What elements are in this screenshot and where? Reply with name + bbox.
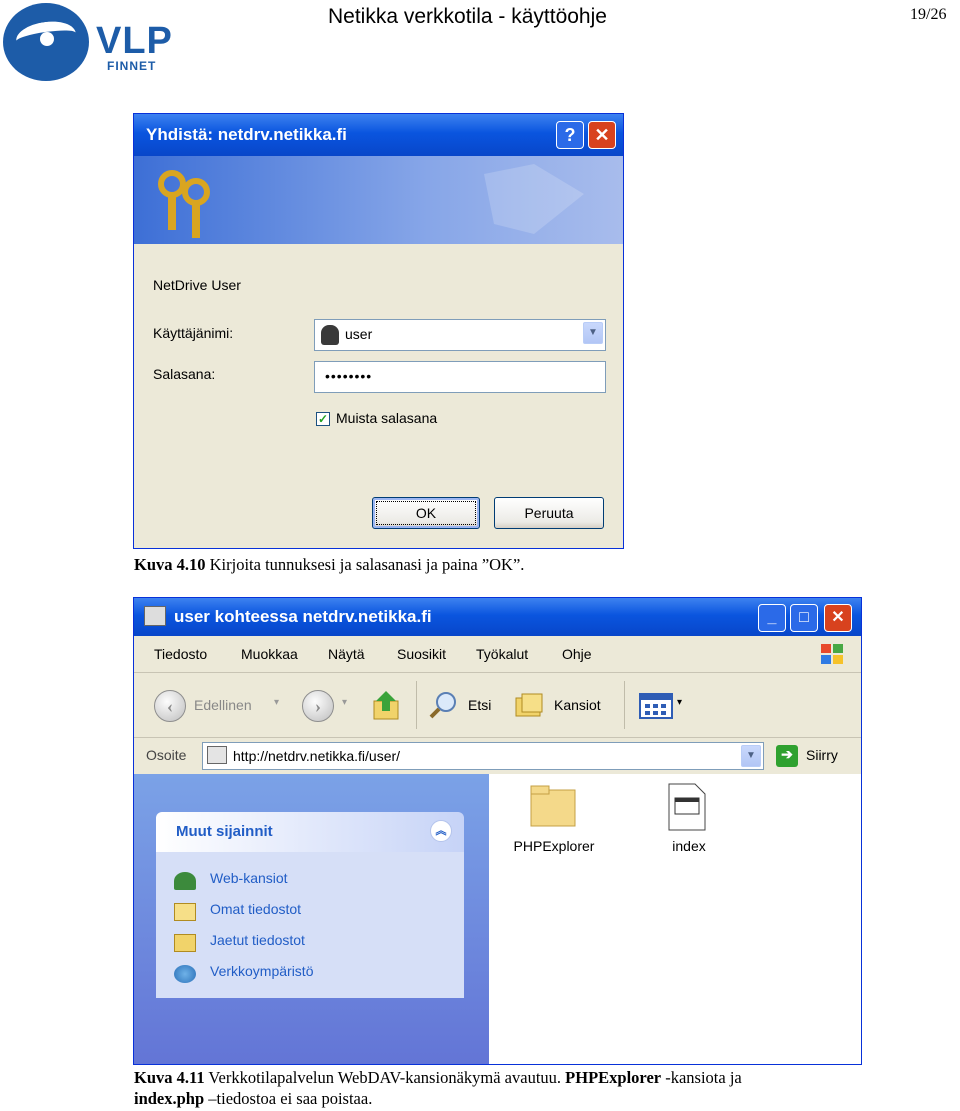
web-folder-icon: [144, 606, 166, 626]
chevron-down-icon[interactable]: ▼: [741, 745, 761, 767]
shared-folder-icon: [174, 934, 196, 952]
web-folder-icon: [207, 746, 227, 764]
menu-file[interactable]: Tiedosto: [154, 636, 207, 672]
caption-2-text-2: -kansiota ja: [661, 1068, 742, 1087]
maximize-button[interactable]: □: [790, 604, 818, 632]
caption-2-folder: PHPExplorer: [565, 1068, 662, 1087]
forward-dropdown-icon[interactable]: ▾: [342, 697, 347, 708]
file-list: PHPExplorer index: [489, 774, 861, 1064]
web-folders-icon: [174, 872, 196, 890]
banner-watermark-icon: [484, 164, 584, 234]
back-arrow-icon[interactable]: ‹: [154, 690, 186, 722]
task-pane: Muut sijainnit ︽ Web-kansiot Omat tiedos…: [134, 774, 489, 1064]
window-titlebar: user kohteessa netdrv.netikka.fi _ □ ✕: [134, 598, 861, 636]
folders-icon[interactable]: [514, 690, 546, 720]
menu-tools[interactable]: Työkalut: [476, 636, 528, 672]
windows-flag-icon: [821, 644, 843, 664]
dialog-heading: NetDrive User: [153, 277, 241, 293]
toolbar: ‹ Edellinen ▾ › ▾ Etsi Kansiot ▾: [134, 673, 861, 738]
toolbar-separator: [416, 681, 417, 729]
menu-bar: Tiedosto Muokkaa Näytä Suosikit Työkalut…: [134, 636, 861, 673]
panel-body: Web-kansiot Omat tiedostot Jaetut tiedos…: [156, 852, 464, 998]
views-icon[interactable]: [639, 693, 673, 719]
window-close-button[interactable]: ✕: [824, 604, 852, 632]
back-label[interactable]: Edellinen: [194, 697, 252, 713]
dialog-title: Yhdistä: netdrv.netikka.fi: [134, 114, 623, 156]
username-value: user: [345, 326, 373, 342]
user-icon: [321, 325, 339, 345]
close-button[interactable]: ✕: [588, 121, 616, 149]
php-file-icon: [668, 783, 706, 831]
figure-caption-1: Kuva 4.10 Kirjoita tunnuksesi ja salasan…: [134, 555, 524, 575]
chevron-down-icon[interactable]: ▼: [583, 322, 603, 344]
help-button[interactable]: ?: [556, 121, 584, 149]
toolbar-separator: [624, 681, 625, 729]
menu-help[interactable]: Ohje: [562, 636, 592, 672]
search-label[interactable]: Etsi: [468, 697, 491, 713]
logo-dot: [40, 32, 54, 46]
menu-edit[interactable]: Muokkaa: [241, 636, 298, 672]
views-dropdown-icon[interactable]: ▾: [677, 697, 682, 708]
address-input[interactable]: http://netdrv.netikka.fi/user/ ▼: [202, 742, 764, 770]
cancel-button[interactable]: Peruuta: [494, 497, 604, 529]
caption-1-text: Kirjoita tunnuksesi ja salasanasi ja pai…: [205, 555, 525, 574]
keys-icon: [156, 168, 216, 238]
caption-2-text-3: –tiedostoa ei saa poistaa.: [204, 1089, 373, 1108]
logo-subtext: FINNET: [107, 59, 157, 73]
back-dropdown-icon[interactable]: ▾: [274, 697, 279, 708]
folder-icon: [530, 785, 576, 827]
figure-caption-2: Kuva 4.11 Verkkotilapalvelun WebDAV-kans…: [134, 1067, 914, 1109]
search-icon[interactable]: [428, 690, 460, 720]
my-documents-icon: [174, 903, 196, 921]
window-title: user kohteessa netdrv.netikka.fi: [174, 607, 432, 626]
file-label: PHPExplorer: [513, 838, 595, 854]
panel-title-text: Muut sijainnit: [176, 823, 273, 840]
page-number: 19/26: [910, 6, 947, 23]
minimize-button[interactable]: _: [758, 604, 786, 632]
caption-2-text: Verkkotilapalvelun WebDAV-kansionäkymä a…: [204, 1068, 566, 1087]
network-icon: [174, 965, 196, 983]
folders-label[interactable]: Kansiot: [554, 697, 601, 713]
explorer-window: user kohteessa netdrv.netikka.fi _ □ ✕ T…: [133, 597, 862, 1065]
username-label: Käyttäjänimi:: [153, 325, 234, 341]
remember-label: Muista salasana: [336, 410, 438, 426]
file-label: index: [672, 838, 706, 854]
menu-favorites[interactable]: Suosikit: [397, 636, 446, 672]
password-field[interactable]: ••••••••: [314, 361, 606, 393]
go-label[interactable]: Siirry: [806, 747, 838, 763]
file-item-phpexplorer[interactable]: PHPExplorer: [509, 780, 599, 870]
up-folder-icon[interactable]: [372, 689, 402, 721]
document-title: Netikka verkkotila - käyttöohje: [328, 5, 607, 28]
remember-checkbox[interactable]: ✓: [316, 412, 330, 426]
go-arrow-icon[interactable]: ➔: [776, 745, 798, 767]
address-bar: Osoite http://netdrv.netikka.fi/user/ ▼ …: [134, 738, 861, 774]
caption-2-file: index.php: [134, 1089, 205, 1108]
file-item-index[interactable]: index: [659, 780, 719, 870]
caption-1-number: Kuva 4.10: [134, 555, 206, 574]
forward-arrow-icon[interactable]: ›: [302, 690, 334, 722]
address-label: Osoite: [146, 747, 187, 763]
panel-title[interactable]: Muut sijainnit ︽: [156, 812, 464, 852]
menu-view[interactable]: Näytä: [328, 636, 365, 672]
dialog-banner: [134, 156, 623, 244]
logo-text: VLP: [96, 20, 173, 62]
password-label: Salasana:: [153, 366, 216, 382]
ok-button[interactable]: OK: [372, 497, 480, 529]
collapse-icon[interactable]: ︽: [430, 820, 452, 842]
caption-2-number: Kuva 4.11: [134, 1068, 205, 1087]
login-dialog: Yhdistä: netdrv.netikka.fi ? ✕ NetDrive …: [133, 113, 624, 549]
username-combobox[interactable]: user ▼: [314, 319, 606, 351]
dialog-body: NetDrive User Käyttäjänimi: user ▼ Salas…: [134, 244, 623, 548]
address-value: http://netdrv.netikka.fi/user/: [233, 748, 401, 764]
